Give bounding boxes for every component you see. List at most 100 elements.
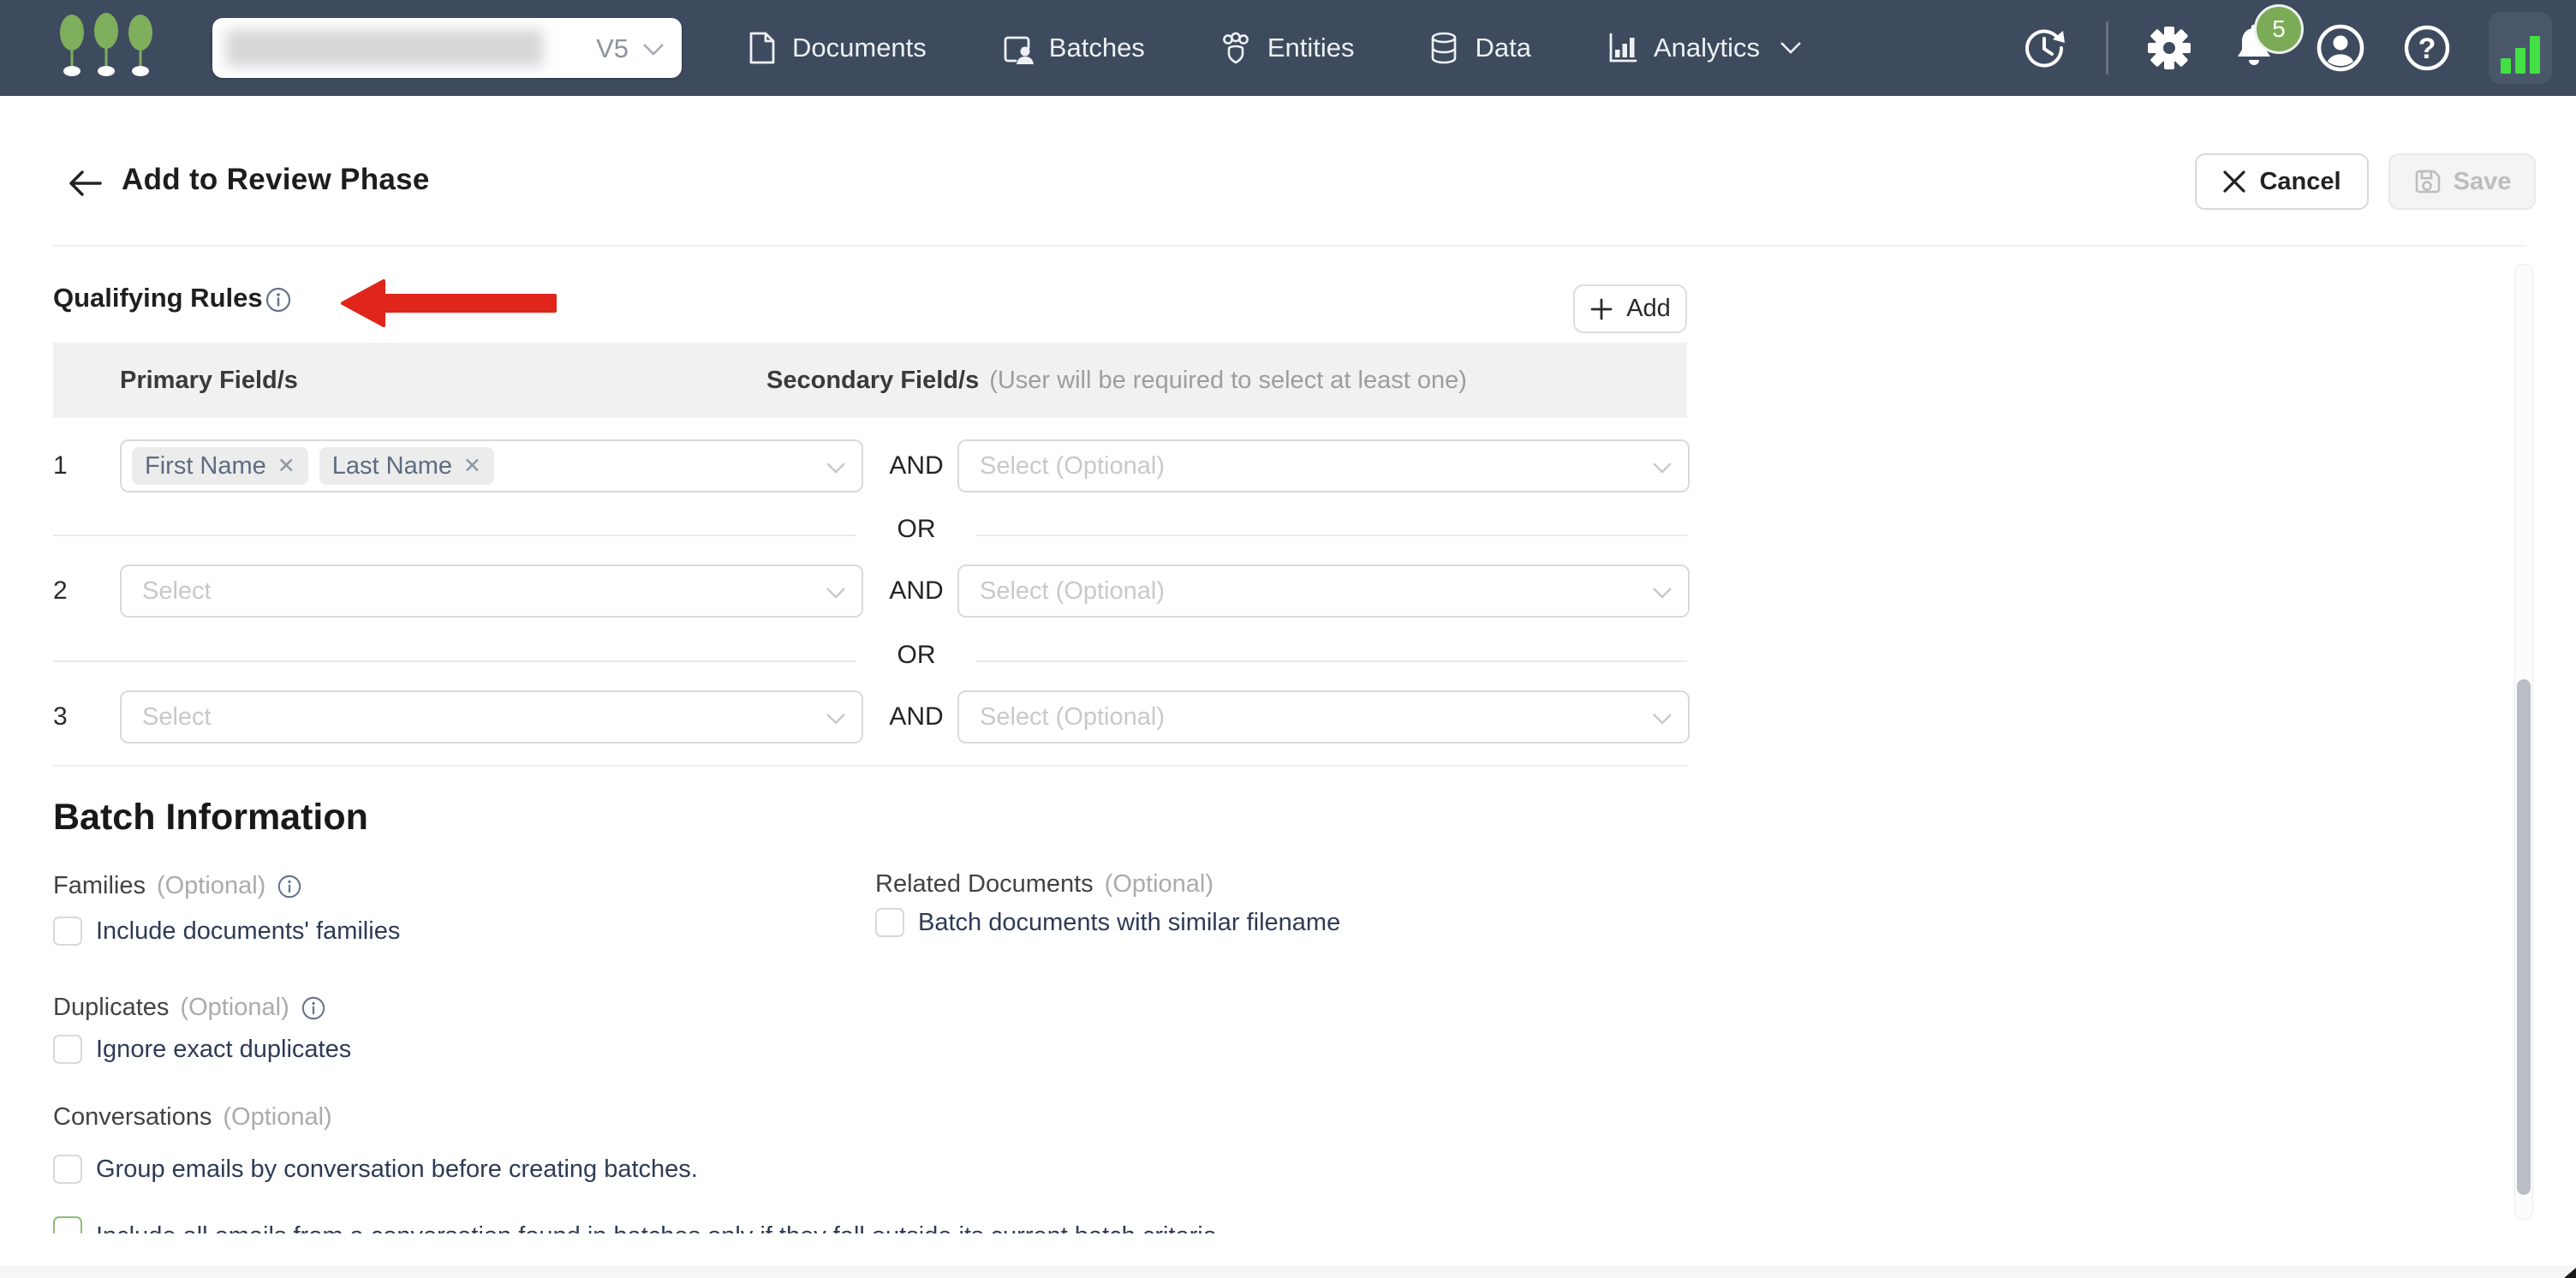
- close-icon: [2222, 170, 2246, 194]
- checkbox-label: Batch documents with similar filename: [918, 909, 1340, 937]
- topbar-divider: [2106, 21, 2108, 75]
- info-icon[interactable]: [277, 874, 302, 899]
- cancel-button[interactable]: Cancel: [2195, 153, 2369, 210]
- database-icon: [1428, 31, 1460, 65]
- and-label: AND: [875, 690, 957, 744]
- entities-icon: [1219, 31, 1253, 65]
- project-selector[interactable]: V5: [212, 18, 682, 78]
- ignore-duplicates-checkbox[interactable]: [53, 1035, 82, 1064]
- qualifying-rules-title: Qualifying Rules: [53, 283, 263, 314]
- primary-fields-select-3[interactable]: Select: [120, 690, 863, 744]
- primary-nav: Documents Batches Entities: [747, 0, 1802, 96]
- version-label: V5: [596, 33, 629, 64]
- optional-tag: (Optional): [180, 994, 289, 1022]
- account-icon[interactable]: [2316, 23, 2365, 73]
- field-chip[interactable]: Last Name ✕: [319, 447, 494, 485]
- nav-analytics[interactable]: Analytics: [1605, 31, 1802, 65]
- green-bars-icon: [2496, 24, 2545, 84]
- secondary-column-note: (User will be required to select at leas…: [989, 367, 1467, 395]
- similar-filename-checkbox[interactable]: [875, 908, 904, 937]
- plus-icon: [1589, 297, 1613, 321]
- secondary-fields-select-3[interactable]: Select (Optional): [957, 690, 1690, 744]
- secondary-fields-select-1[interactable]: Select (Optional): [957, 439, 1690, 493]
- top-navigation-bar: V5 Documents Batches: [0, 0, 2576, 96]
- and-label: AND: [875, 564, 957, 618]
- nav-data[interactable]: Data: [1428, 31, 1530, 65]
- back-arrow-icon[interactable]: [67, 166, 103, 200]
- optional-tag: (Optional): [223, 1103, 331, 1132]
- or-label: OR: [856, 641, 976, 670]
- rule-row-1: 1 First Name ✕ Last Name ✕ AND Select (O…: [0, 439, 2576, 493]
- topbar-actions: 5 ?: [2020, 0, 2552, 96]
- save-button[interactable]: Save: [2388, 153, 2536, 210]
- clipped-checkbox[interactable]: [53, 1216, 82, 1233]
- rule-row-number: 1: [53, 439, 82, 493]
- checkbox-label: Ignore exact duplicates: [96, 1036, 351, 1064]
- rule-row-2: 2 Select AND Select (Optional): [0, 564, 2576, 618]
- gear-icon[interactable]: [2146, 25, 2192, 71]
- notifications[interactable]: 5: [2230, 23, 2278, 73]
- primary-fields-select-2[interactable]: Select: [120, 564, 863, 618]
- save-icon: [2413, 168, 2441, 195]
- batch-information-title: Batch Information: [53, 797, 368, 839]
- scrollbar-thumb[interactable]: [2517, 679, 2531, 1195]
- or-label: OR: [856, 515, 976, 544]
- svg-text:?: ?: [2418, 33, 2436, 65]
- rule-row-number: 2: [53, 564, 82, 618]
- add-label: Add: [1626, 295, 1671, 323]
- help-icon[interactable]: ?: [2403, 24, 2451, 72]
- add-rule-button[interactable]: Add: [1573, 284, 1687, 333]
- nav-batches-label: Batches: [1049, 33, 1145, 63]
- conversations-label: Conversations (Optional): [53, 1103, 332, 1132]
- app-switcher[interactable]: [2489, 12, 2552, 84]
- clipped-checkbox-row: Include all emails from a conversation f…: [53, 1213, 1217, 1233]
- nav-entities-label: Entities: [1267, 33, 1355, 63]
- info-icon[interactable]: [301, 995, 326, 1021]
- secondary-fields-select-2[interactable]: Select (Optional): [957, 564, 1690, 618]
- select-placeholder: Select (Optional): [980, 566, 1165, 616]
- remove-chip-icon[interactable]: ✕: [463, 453, 481, 479]
- app-logo[interactable]: [51, 10, 168, 86]
- families-label: Families (Optional): [53, 872, 302, 900]
- notification-badge: 5: [2254, 4, 2304, 54]
- chevron-down-icon: [826, 462, 846, 475]
- conversations-checkbox-row: Group emails by conversation before crea…: [53, 1155, 698, 1184]
- select-placeholder: Select: [142, 692, 212, 742]
- related-documents-checkbox-row: Batch documents with similar filename: [875, 908, 1340, 937]
- chevron-down-icon[interactable]: [642, 43, 665, 57]
- field-chip[interactable]: First Name ✕: [132, 447, 308, 485]
- select-placeholder: Select (Optional): [980, 441, 1165, 491]
- include-families-checkbox[interactable]: [53, 917, 82, 946]
- history-icon[interactable]: [2020, 24, 2068, 72]
- rules-table-header: Primary Field/s Secondary Field/s (User …: [53, 343, 1687, 418]
- header-divider: [53, 245, 2526, 247]
- batches-icon: [1000, 31, 1035, 65]
- info-icon[interactable]: [265, 286, 292, 314]
- analytics-icon: [1605, 31, 1639, 65]
- duplicates-label: Duplicates (Optional): [53, 994, 326, 1022]
- nav-batches[interactable]: Batches: [1000, 31, 1145, 65]
- and-label: AND: [875, 439, 957, 493]
- field-chip-label: Last Name: [332, 452, 452, 481]
- nav-analytics-label: Analytics: [1654, 33, 1760, 63]
- remove-chip-icon[interactable]: ✕: [277, 453, 295, 479]
- chevron-down-icon: [1652, 587, 1673, 600]
- related-documents-label: Related Documents (Optional): [875, 870, 1213, 899]
- corner-resize-mark: [2564, 1268, 2576, 1278]
- chevron-down-icon: [826, 587, 846, 600]
- families-checkbox-row: Include documents' families: [53, 917, 400, 946]
- chevron-down-icon: [826, 713, 846, 726]
- duplicates-checkbox-row: Ignore exact duplicates: [53, 1035, 351, 1064]
- nav-entities[interactable]: Entities: [1219, 31, 1355, 65]
- or-divider: OR: [0, 641, 2576, 682]
- or-divider: OR: [0, 515, 2576, 556]
- rules-table-bottom-border: [53, 765, 1687, 767]
- group-conversations-checkbox[interactable]: [53, 1155, 82, 1184]
- nav-documents[interactable]: Documents: [747, 31, 927, 65]
- bottom-bar: [0, 1266, 2576, 1278]
- cancel-label: Cancel: [2259, 168, 2340, 196]
- secondary-column-header: Secondary Field/s (User will be required…: [766, 343, 1467, 418]
- select-placeholder: Select: [142, 566, 212, 616]
- save-label: Save: [2454, 168, 2512, 196]
- primary-fields-select-1[interactable]: First Name ✕ Last Name ✕: [120, 439, 863, 493]
